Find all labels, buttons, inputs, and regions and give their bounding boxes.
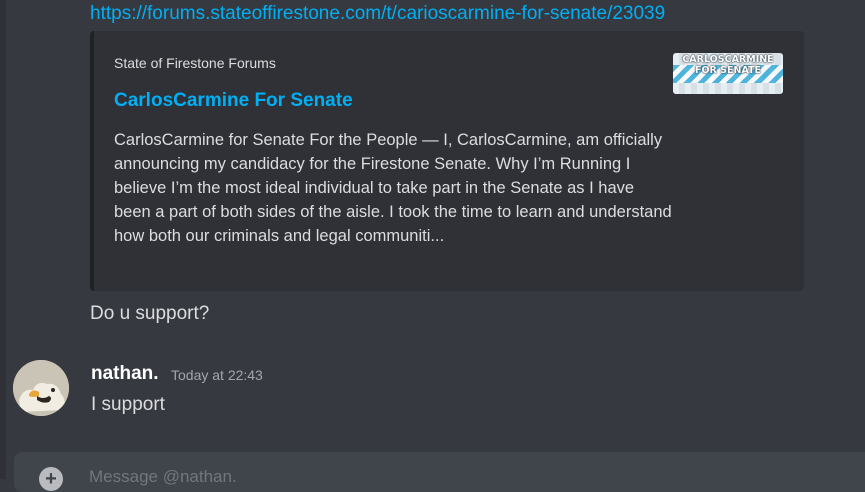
embed-thumbnail[interactable]: CARLOSCARMINE FOR SENATE: [673, 53, 783, 94]
embed-title-link[interactable]: CarlosCarmine For Senate: [114, 90, 353, 112]
message-timestamp: Today at 22:43: [171, 367, 263, 383]
server-sidebar-edge: [0, 0, 6, 479]
avatar-image: [13, 360, 69, 416]
avatar[interactable]: [13, 360, 69, 416]
message-text: I support: [91, 394, 165, 415]
message-link[interactable]: https://forums.stateoffirestone.com/t/ca…: [90, 3, 665, 25]
embed-provider[interactable]: State of Firestone Forums: [114, 55, 276, 71]
message-text: Do u support?: [90, 303, 210, 324]
thumbnail-text: CARLOSCARMINE FOR SENATE: [682, 54, 774, 76]
username[interactable]: nathan.: [91, 363, 159, 385]
link-embed: State of Firestone Forums CarlosCarmine …: [90, 31, 804, 291]
message-input[interactable]: [89, 464, 789, 490]
embed-description: CarlosCarmine for Senate For the People …: [114, 131, 672, 245]
plus-circle-icon[interactable]: +: [39, 467, 63, 491]
message-composer: +: [14, 452, 865, 492]
